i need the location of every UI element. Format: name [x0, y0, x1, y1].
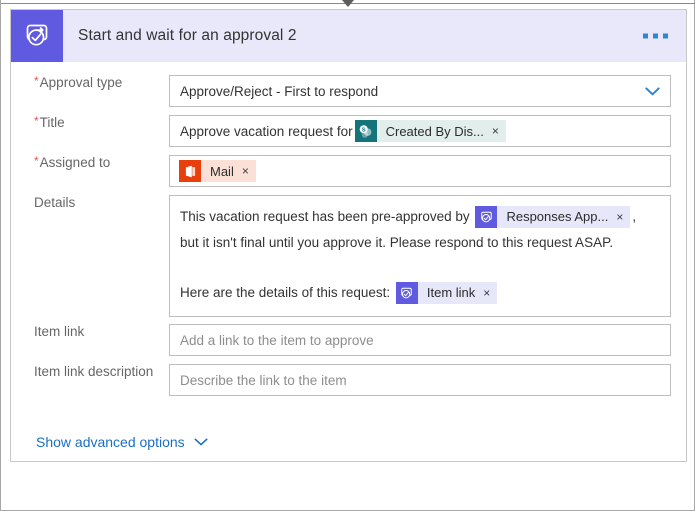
flow-connector-arrow-icon [342, 0, 354, 7]
chip-body: Mail × [201, 160, 256, 182]
title-text-prefix: Approve vacation request for [180, 123, 353, 139]
office365-outlook-icon [179, 160, 201, 182]
chevron-down-icon[interactable] [645, 86, 660, 96]
approval-type-dropdown[interactable]: Approve/Reject - First to respond [169, 75, 671, 107]
card-body: *Approval type Approve/Reject - First to… [11, 62, 686, 462]
label-text: Item link description [34, 364, 154, 379]
required-marker-icon: * [34, 154, 39, 168]
chevron-down-icon[interactable] [194, 438, 208, 446]
field-label-item-link-description: Item link description [11, 364, 169, 380]
required-marker-icon: * [34, 74, 39, 88]
label-text: Details [34, 195, 76, 210]
chip-body: Responses App... × [497, 206, 631, 229]
details-line1-prefix: This vacation request has been pre-appro… [180, 209, 470, 224]
approval-icon [475, 206, 498, 229]
field-assigned-to: *Assigned to Mail × [11, 155, 686, 187]
token-chip-mail[interactable]: Mail × [179, 160, 256, 182]
ellipsis-dot-icon [653, 33, 658, 39]
label-text: Item link [34, 324, 85, 339]
field-label-assigned-to: *Assigned to [11, 155, 169, 171]
field-item-link-description: Item link description Describe the link … [11, 364, 686, 396]
approval-action-card[interactable]: Start and wait for an approval 2 *Approv… [10, 9, 687, 462]
flow-designer-canvas: Start and wait for an approval 2 *Approv… [0, 0, 695, 511]
title-input[interactable]: Approve vacation request for S Created B… [169, 115, 671, 147]
label-text: Approval type [39, 75, 123, 90]
show-advanced-options-link[interactable]: Show advanced options [36, 434, 208, 450]
chip-label: Responses App... [506, 209, 609, 225]
field-details: Details This vacation request has been p… [11, 195, 686, 317]
label-text: Assigned to [39, 155, 111, 170]
card-header[interactable]: Start and wait for an approval 2 [11, 10, 686, 62]
ellipsis-dot-icon [643, 33, 648, 39]
token-chip-created-by-display-name[interactable]: S Created By Dis... × [354, 120, 506, 142]
ellipsis-dot-icon [663, 33, 668, 39]
field-title: *Title Approve vacation request for S Cr… [11, 115, 686, 147]
field-approval-type: *Approval type Approve/Reject - First to… [11, 75, 686, 107]
approval-type-value: Approve/Reject - First to respond [180, 83, 379, 99]
field-label-details: Details [11, 195, 169, 211]
field-item-link: Item link Add a link to the item to appr… [11, 324, 686, 356]
approval-icon [11, 10, 63, 62]
token-chip-responses-approver[interactable]: Responses App... × [475, 206, 631, 229]
svg-text:S: S [362, 127, 366, 133]
approval-icon [395, 282, 418, 305]
sharepoint-icon: S [354, 120, 377, 142]
item-link-description-placeholder: Describe the link to the item [180, 372, 347, 388]
item-link-placeholder: Add a link to the item to approve [180, 332, 374, 348]
chip-body: Item link × [417, 282, 498, 305]
item-link-input[interactable]: Add a link to the item to approve [169, 324, 671, 356]
details-textarea[interactable]: This vacation request has been pre-appro… [169, 195, 671, 317]
details-line1-suffix: , [632, 209, 637, 224]
required-marker-icon: * [34, 114, 39, 128]
assigned-to-input[interactable]: Mail × [169, 155, 671, 187]
item-link-description-input[interactable]: Describe the link to the item [169, 364, 671, 396]
close-icon[interactable]: × [242, 165, 249, 177]
field-label-title: *Title [11, 115, 169, 131]
card-title: Start and wait for an approval 2 [78, 27, 297, 44]
show-advanced-options-label: Show advanced options [36, 434, 185, 450]
close-icon[interactable]: × [483, 287, 490, 299]
token-chip-item-link[interactable]: Item link × [395, 282, 498, 305]
details-line-2: but it isn't final until you approve it.… [180, 235, 614, 250]
details-line-1: This vacation request has been pre-appro… [180, 204, 660, 230]
close-icon[interactable]: × [492, 125, 499, 137]
chip-label: Created By Dis... [385, 123, 484, 139]
close-icon[interactable]: × [616, 211, 623, 223]
details-line-3: Here are the details of this request: It… [180, 280, 660, 306]
chip-label: Item link [426, 285, 476, 301]
field-label-approval-type: *Approval type [11, 75, 169, 91]
field-label-item-link: Item link [11, 324, 169, 340]
chip-label: Mail [210, 163, 234, 179]
details-line3-prefix: Here are the details of this request: [180, 285, 391, 300]
chip-body: Created By Dis... × [376, 120, 506, 142]
label-text: Title [39, 115, 65, 130]
more-commands-button[interactable] [641, 28, 670, 45]
